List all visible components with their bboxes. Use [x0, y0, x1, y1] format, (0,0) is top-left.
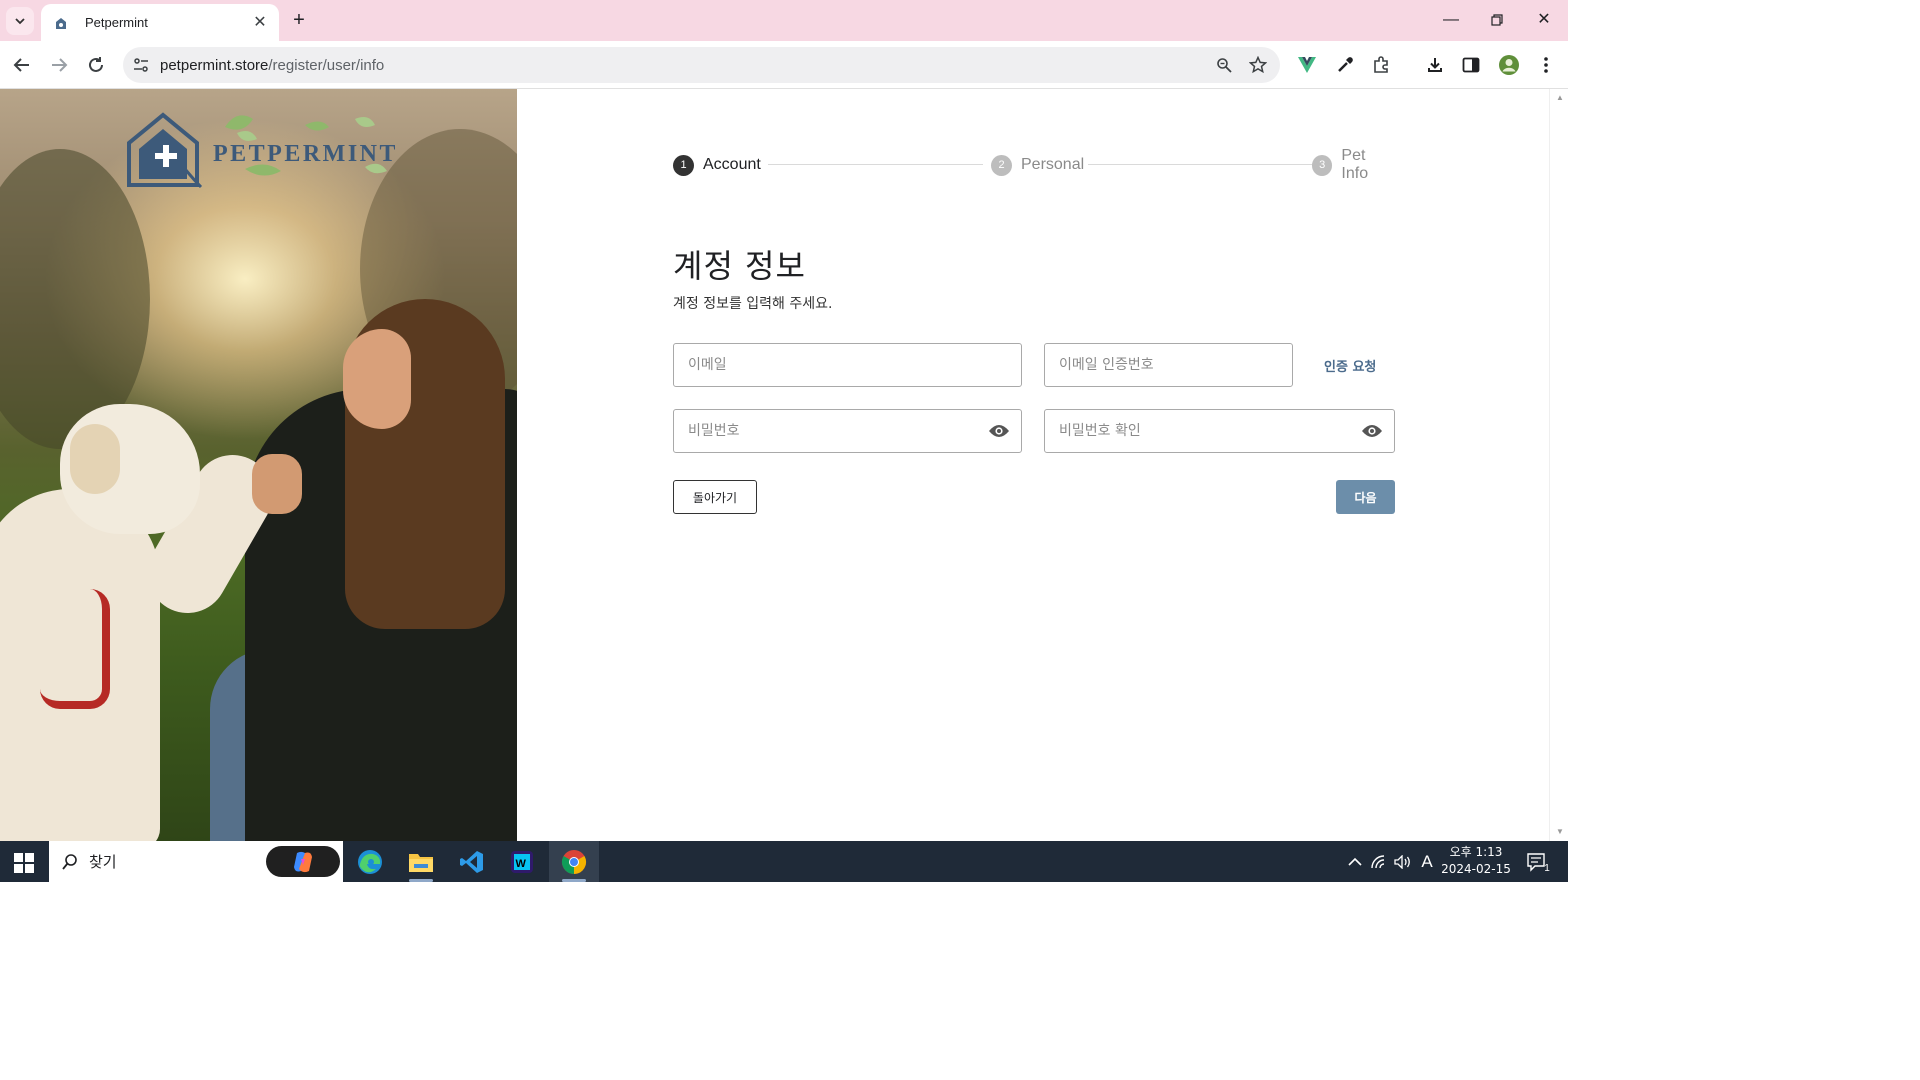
bookmark-star-icon[interactable] — [1246, 53, 1270, 77]
step-number: 2 — [991, 154, 1012, 176]
step-number: 1 — [673, 154, 694, 176]
svg-text:PETPERMINT: PETPERMINT — [213, 141, 395, 167]
close-window-icon[interactable]: ✕ — [1524, 8, 1564, 32]
windows-taskbar: 찾기 W A 오후 1:13 2024-02-15 1 — [0, 841, 1568, 882]
back-button[interactable]: 돌아가기 — [673, 480, 757, 514]
notification-count: 1 — [1544, 862, 1550, 874]
site-info-icon[interactable] — [131, 55, 151, 75]
zoom-icon[interactable] — [1212, 53, 1236, 77]
running-indicator — [409, 879, 433, 882]
edge-browser-icon[interactable] — [345, 841, 395, 882]
password-confirm-field[interactable] — [1044, 409, 1395, 453]
forward-arrow-icon[interactable] — [45, 51, 73, 79]
download-icon[interactable] — [1423, 53, 1447, 77]
copilot-icon[interactable] — [266, 846, 340, 877]
url-domain: petpermint.store — [160, 56, 269, 74]
scroll-down-arrow-icon[interactable]: ▼ — [1555, 827, 1565, 836]
petpermint-logo: PETPERMINT — [127, 112, 395, 189]
browser-tab[interactable]: Petpermint ✕ — [41, 4, 279, 41]
step-label: Pet Info — [1341, 147, 1369, 182]
volume-icon[interactable] — [1393, 851, 1413, 873]
next-button[interactable]: 다음 — [1336, 480, 1395, 514]
taskbar-clock[interactable]: 오후 1:13 2024-02-15 — [1440, 844, 1512, 878]
hero-dog-collar — [40, 589, 110, 709]
profile-avatar-icon[interactable] — [1497, 53, 1521, 77]
chrome-icon[interactable] — [549, 841, 599, 882]
step-account: 1 Account — [673, 153, 761, 177]
request-verification-button[interactable]: 인증 요청 — [1324, 356, 1376, 375]
page-scrollbar[interactable]: ▲ ▼ — [1549, 89, 1568, 841]
vue-devtools-icon[interactable] — [1295, 53, 1319, 77]
url-text: petpermint.store/register/user/info — [160, 57, 1212, 74]
reload-icon[interactable] — [82, 51, 110, 79]
stepper-line — [1088, 164, 1313, 165]
email-input[interactable] — [674, 344, 1021, 386]
email-code-input[interactable] — [1045, 344, 1292, 386]
chevron-down-icon — [15, 18, 25, 25]
password-field[interactable] — [673, 409, 1022, 453]
vscode-icon[interactable] — [447, 841, 497, 882]
taskbar-search[interactable]: 찾기 — [49, 841, 343, 882]
password-input[interactable] — [674, 410, 987, 452]
tab-search-button[interactable] — [6, 7, 34, 35]
page-content: PETPERMINT 1 Account 2 Personal 3 Pet In… — [0, 89, 1568, 841]
file-explorer-icon[interactable] — [396, 841, 446, 882]
search-icon — [62, 853, 77, 870]
restore-icon[interactable] — [1477, 8, 1517, 32]
step-personal: 2 Personal — [991, 153, 1084, 177]
notification-icon[interactable]: 1 — [1524, 851, 1552, 874]
stepper-line — [768, 164, 983, 165]
eye-icon[interactable] — [987, 419, 1011, 443]
step-pet-info: 3 Pet Info — [1312, 147, 1395, 182]
tab-title: Petpermint — [85, 15, 148, 30]
svg-text:W: W — [516, 858, 527, 870]
petpermint-favicon-icon — [53, 15, 69, 31]
address-bar[interactable]: petpermint.store/register/user/info — [123, 47, 1280, 83]
hero-woman-hand — [252, 454, 302, 514]
ime-indicator[interactable]: A — [1418, 851, 1436, 873]
scroll-up-arrow-icon[interactable]: ▲ — [1555, 93, 1565, 102]
browser-toolbar: petpermint.store/register/user/info — [0, 41, 1568, 89]
page-title: 계정 정보 — [673, 247, 806, 285]
back-arrow-icon[interactable] — [8, 51, 36, 79]
tray-chevron-up-icon[interactable] — [1346, 851, 1364, 873]
email-field[interactable] — [673, 343, 1022, 387]
new-tab-button[interactable]: + — [288, 10, 310, 32]
browser-menu-icon[interactable] — [1534, 53, 1558, 77]
minimize-icon[interactable]: — — [1431, 8, 1471, 32]
side-panel-icon[interactable] — [1459, 53, 1483, 77]
signup-stepper: 1 Account 2 Personal 3 Pet Info — [673, 147, 1395, 182]
clock-time: 오후 1:13 — [1449, 845, 1503, 859]
step-label: Personal — [1021, 156, 1085, 173]
windows-start-icon[interactable] — [14, 853, 34, 873]
url-path: /register/user/info — [268, 56, 385, 74]
hero-photo: PETPERMINT — [0, 89, 517, 841]
taskbar-search-label: 찾기 — [89, 853, 117, 871]
email-code-field[interactable] — [1044, 343, 1293, 387]
clock-date: 2024-02-15 — [1441, 862, 1511, 876]
step-number: 3 — [1312, 154, 1333, 176]
step-label: Account — [703, 156, 761, 173]
webstorm-icon[interactable]: W — [497, 841, 547, 882]
network-icon[interactable] — [1370, 851, 1390, 873]
eyedropper-icon[interactable] — [1333, 53, 1357, 77]
hero-woman-face — [343, 329, 411, 429]
password-confirm-input[interactable] — [1045, 410, 1360, 452]
page-subtitle: 계정 정보를 입력해 주세요. — [673, 296, 833, 312]
eye-icon[interactable] — [1360, 419, 1384, 443]
hero-dog-ear — [70, 424, 120, 494]
running-indicator — [562, 879, 586, 882]
browser-tabstrip: Petpermint ✕ + — ✕ — [0, 0, 1568, 41]
extensions-puzzle-icon[interactable] — [1369, 53, 1393, 77]
close-tab-icon[interactable]: ✕ — [251, 14, 269, 32]
